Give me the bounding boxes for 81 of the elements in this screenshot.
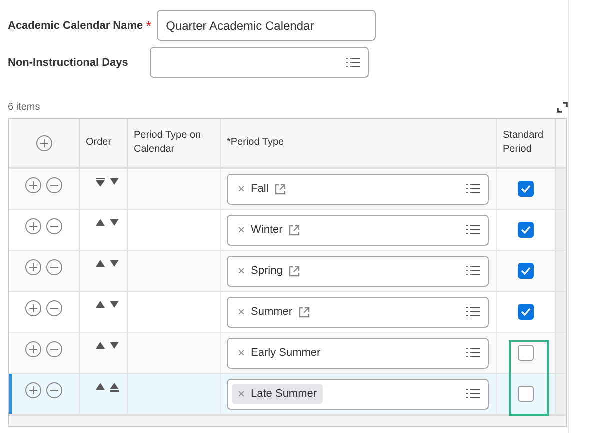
column-header: Period Type on Calendar: [134, 129, 202, 157]
remove-item-button[interactable]: ×: [238, 264, 246, 278]
selected-item[interactable]: × Fall: [232, 179, 292, 199]
expand-icon[interactable]: [557, 102, 568, 112]
table-row[interactable]: × Summer: [9, 292, 566, 333]
list-icon[interactable]: [346, 56, 360, 68]
remove-icon[interactable]: [46, 218, 63, 235]
remove-item-button[interactable]: ×: [238, 182, 246, 196]
prompt-field[interactable]: × Fall: [227, 174, 489, 204]
external-link-icon[interactable]: [288, 224, 300, 236]
checkbox[interactable]: [518, 222, 534, 238]
add-row-icon[interactable]: [36, 134, 52, 152]
column-header: Standard Period: [503, 129, 545, 157]
list-icon[interactable]: [466, 347, 480, 359]
add-icon[interactable]: [25, 300, 42, 317]
move-up-icon[interactable]: [96, 260, 105, 267]
table-row[interactable]: × Spring: [9, 251, 566, 292]
item-count: 6 items: [8, 102, 40, 112]
add-icon[interactable]: [25, 259, 42, 276]
list-icon[interactable]: [466, 265, 480, 277]
move-down-icon[interactable]: [110, 178, 119, 185]
field-label: Academic Calendar Name: [8, 20, 144, 32]
checkbox[interactable]: [518, 304, 534, 320]
table-row[interactable]: × Early Summer: [9, 333, 566, 374]
move-up-icon[interactable]: [96, 301, 105, 308]
move-down-icon[interactable]: [110, 301, 119, 308]
prompt-field[interactable]: × Late Summer: [227, 378, 489, 410]
remove-item-button[interactable]: ×: [238, 305, 246, 319]
selected-item[interactable]: × Spring: [232, 261, 306, 281]
external-link-icon[interactable]: [288, 266, 300, 276]
selected-item[interactable]: × Summer: [232, 302, 316, 322]
field-label: Non-Instructional Days: [8, 56, 130, 68]
selected-item[interactable]: × Early Summer: [232, 343, 327, 363]
list-icon[interactable]: [466, 388, 480, 400]
external-link-icon[interactable]: [274, 184, 286, 194]
list-icon[interactable]: [466, 183, 480, 195]
prompt-field[interactable]: × Early Summer: [227, 338, 489, 368]
add-icon[interactable]: [25, 382, 42, 399]
add-icon[interactable]: [25, 341, 42, 358]
check-icon: [521, 226, 531, 234]
check-icon: [521, 308, 531, 316]
scrollbar-track[interactable]: [9, 415, 566, 426]
table-row[interactable]: × Winter: [9, 210, 566, 251]
checkbox[interactable]: [518, 345, 534, 361]
remove-icon[interactable]: [46, 259, 63, 276]
column-header: Order: [86, 136, 112, 150]
column-header: *Period Type: [227, 136, 284, 150]
check-icon: [521, 185, 531, 193]
add-icon[interactable]: [25, 218, 42, 235]
prompt-field[interactable]: × Spring: [227, 256, 489, 286]
add-icon[interactable]: [25, 177, 42, 194]
checkbox[interactable]: [518, 386, 534, 402]
move-down-icon[interactable]: [110, 342, 119, 349]
move-down-icon[interactable]: [110, 219, 119, 226]
checkbox[interactable]: [518, 181, 534, 197]
list-icon[interactable]: [466, 306, 480, 318]
remove-icon[interactable]: [46, 341, 63, 358]
required-mark: *: [146, 18, 152, 34]
move-up-icon[interactable]: [96, 342, 105, 349]
remove-icon[interactable]: [46, 177, 63, 194]
check-icon: [521, 267, 531, 275]
move-up-icon[interactable]: [96, 383, 105, 390]
text-field[interactable]: Quarter Academic Calendar: [157, 10, 376, 41]
external-link-icon[interactable]: [298, 306, 310, 318]
prompt-field[interactable]: [150, 47, 369, 78]
selected-item[interactable]: × Winter: [232, 220, 306, 240]
checkbox[interactable]: [518, 263, 534, 279]
list-icon[interactable]: [466, 224, 480, 236]
table-row[interactable]: × Late Summer: [9, 374, 566, 415]
move-down-icon[interactable]: [110, 260, 119, 267]
prompt-field[interactable]: × Summer: [227, 296, 489, 328]
remove-icon[interactable]: [46, 300, 63, 317]
remove-item-button[interactable]: ×: [238, 346, 246, 360]
move-to-top-icon[interactable]: [96, 178, 105, 187]
remove-item-button[interactable]: ×: [238, 223, 246, 237]
prompt-field[interactable]: × Winter: [227, 214, 489, 246]
move-up-icon[interactable]: [96, 219, 105, 226]
move-to-bottom-icon[interactable]: [110, 383, 119, 392]
remove-icon[interactable]: [46, 382, 63, 399]
table-row[interactable]: × Fall: [9, 169, 566, 210]
selected-item[interactable]: × Late Summer: [232, 384, 324, 404]
